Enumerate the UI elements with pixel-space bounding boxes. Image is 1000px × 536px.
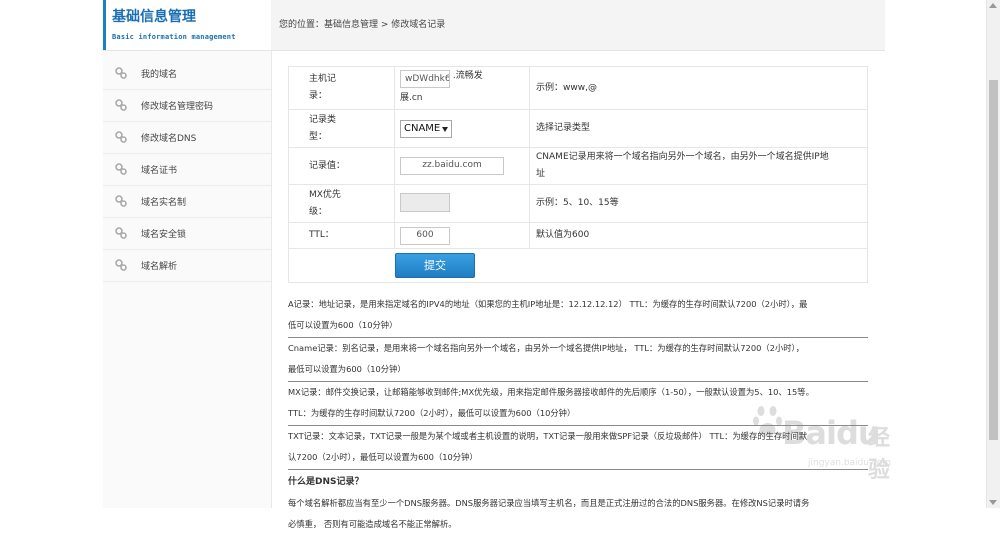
watermark-text: Baidu (782, 414, 881, 452)
domain-record-form: 主机记 录： wDWdhk6t .流畅发 展.cn 示例：www,@ 记录类 型： … (288, 66, 868, 283)
form-row-mx: MX优先 级： 示例：5、10、15等 (288, 184, 868, 223)
gears-icon (115, 67, 127, 79)
ttl-hint: 默认值为600 (529, 222, 868, 249)
record-label: 记录值： (288, 147, 395, 185)
type-cell: CNAME (394, 109, 530, 148)
submit-button[interactable]: 提交 (395, 253, 475, 278)
sidebar-item-label: 域名安全锁 (141, 230, 187, 240)
help-a-record: A记录：地址记录，是用来指定域名的IPV4的地址（如果您的主机IP地址是：12.… (288, 294, 868, 338)
scroll-up-icon[interactable] (989, 3, 997, 8)
watermark-cn: 经验 (868, 426, 891, 483)
sidebar-item-security-lock[interactable]: 域名安全锁 (103, 218, 271, 250)
record-hint: CNAME记录用来将一个域名指向另外一个域名，由另外一个域名提供IP地址 (529, 147, 868, 185)
sidebar-item-label: 域名实名制 (141, 198, 187, 208)
chevron-down-icon (442, 126, 448, 132)
gears-icon (115, 99, 127, 111)
brand-header: 基础信息管理 Basic information management (103, 0, 271, 51)
type-label: 记录类 型： (288, 109, 395, 148)
form-row-ttl: TTL： 600 默认值为600 (288, 222, 868, 249)
baidu-watermark: Baidu 经验 jingyan.baidu.com (748, 400, 892, 483)
ttl-cell: 600 (394, 222, 530, 249)
sidebar-item-label: 修改域名管理密码 (141, 102, 214, 112)
host-suffix: .流畅发 (452, 71, 483, 81)
form-row-type: 记录类 型： CNAME 选择记录类型 (288, 109, 868, 148)
submit-cell: 提交 (288, 248, 868, 283)
host-input[interactable]: wDWdhk6t (400, 70, 450, 88)
watermark-url: jingyan.baidu.com (808, 458, 892, 468)
record-type-select[interactable]: CNAME (400, 119, 452, 138)
host-hint: 示例：www,@ (529, 66, 868, 110)
brand-subtitle: Basic information management (112, 33, 236, 41)
sidebar-menu: 我的域名 修改域名管理密码 修改域名DNS 域名证书 域名实名制 域名安全锁 域… (103, 58, 271, 282)
breadcrumb: 您的位置：基础信息管理 > 修改域名记录 (279, 20, 446, 30)
brand-accent-bar (103, 0, 106, 50)
sidebar-item-label: 修改域名DNS (141, 134, 197, 144)
scroll-down-icon[interactable] (989, 500, 997, 505)
type-hint: 选择记录类型 (529, 109, 868, 148)
scrollbar-thumb[interactable] (989, 80, 998, 440)
host-suffix-2: 展.cn (400, 93, 423, 103)
paw-icon (753, 406, 782, 437)
gears-icon (115, 163, 127, 175)
sidebar-item-label: 我的域名 (141, 70, 178, 80)
help-cname-record: Cname记录：别名记录，是用来将一个域名指向另外一个域名，由另外一个域名提供I… (288, 338, 868, 382)
sidebar: 基础信息管理 Basic information management 我的域名… (103, 0, 272, 508)
form-row-host: 主机记 录： wDWdhk6t .流畅发 展.cn 示例：www,@ (288, 66, 868, 110)
host-label: 主机记 录： (288, 66, 395, 110)
mx-hint: 示例：5、10、15等 (529, 184, 868, 223)
record-type-value: CNAME (404, 122, 441, 134)
sidebar-item-real-name[interactable]: 域名实名制 (103, 186, 271, 218)
help-dns: 每个域名解析都应当有至少一个DNS服务器。DNS服务器记录应当填写主机名，而且是… (288, 498, 810, 529)
host-cell: wDWdhk6t .流畅发 展.cn (394, 66, 530, 110)
left-margin (0, 0, 103, 508)
sidebar-item-change-password[interactable]: 修改域名管理密码 (103, 90, 271, 122)
ttl-label: TTL： (288, 222, 395, 249)
sidebar-item-change-dns[interactable]: 修改域名DNS (103, 122, 271, 154)
gears-icon (115, 259, 127, 271)
sidebar-item-label: 域名证书 (141, 166, 178, 176)
mx-label: MX优先 级： (288, 184, 395, 223)
sidebar-item-my-domains[interactable]: 我的域名 (103, 58, 271, 90)
gears-icon (115, 131, 127, 143)
sidebar-item-dns-resolution[interactable]: 域名解析 (103, 250, 271, 282)
location-bar: 您的位置：基础信息管理 > 修改域名记录 (271, 0, 885, 51)
vertical-scrollbar[interactable] (986, 0, 1000, 508)
record-cell: zz.baidu.com (394, 147, 530, 185)
sidebar-item-label: 域名解析 (141, 262, 178, 272)
ttl-input[interactable]: 600 (400, 226, 450, 245)
gears-icon (115, 195, 127, 207)
gears-icon (115, 227, 127, 239)
sidebar-item-certificate[interactable]: 域名证书 (103, 154, 271, 186)
form-row-submit: 提交 (288, 248, 868, 283)
mx-priority-input[interactable] (400, 192, 450, 212)
brand-title: 基础信息管理 (112, 9, 196, 25)
dns-heading: 什么是DNS记录？ (288, 477, 364, 487)
record-value-input[interactable]: zz.baidu.com (400, 157, 504, 175)
mx-cell (394, 184, 530, 223)
form-row-record: 记录值： zz.baidu.com CNAME记录用来将一个域名指向另外一个域名… (288, 147, 868, 185)
